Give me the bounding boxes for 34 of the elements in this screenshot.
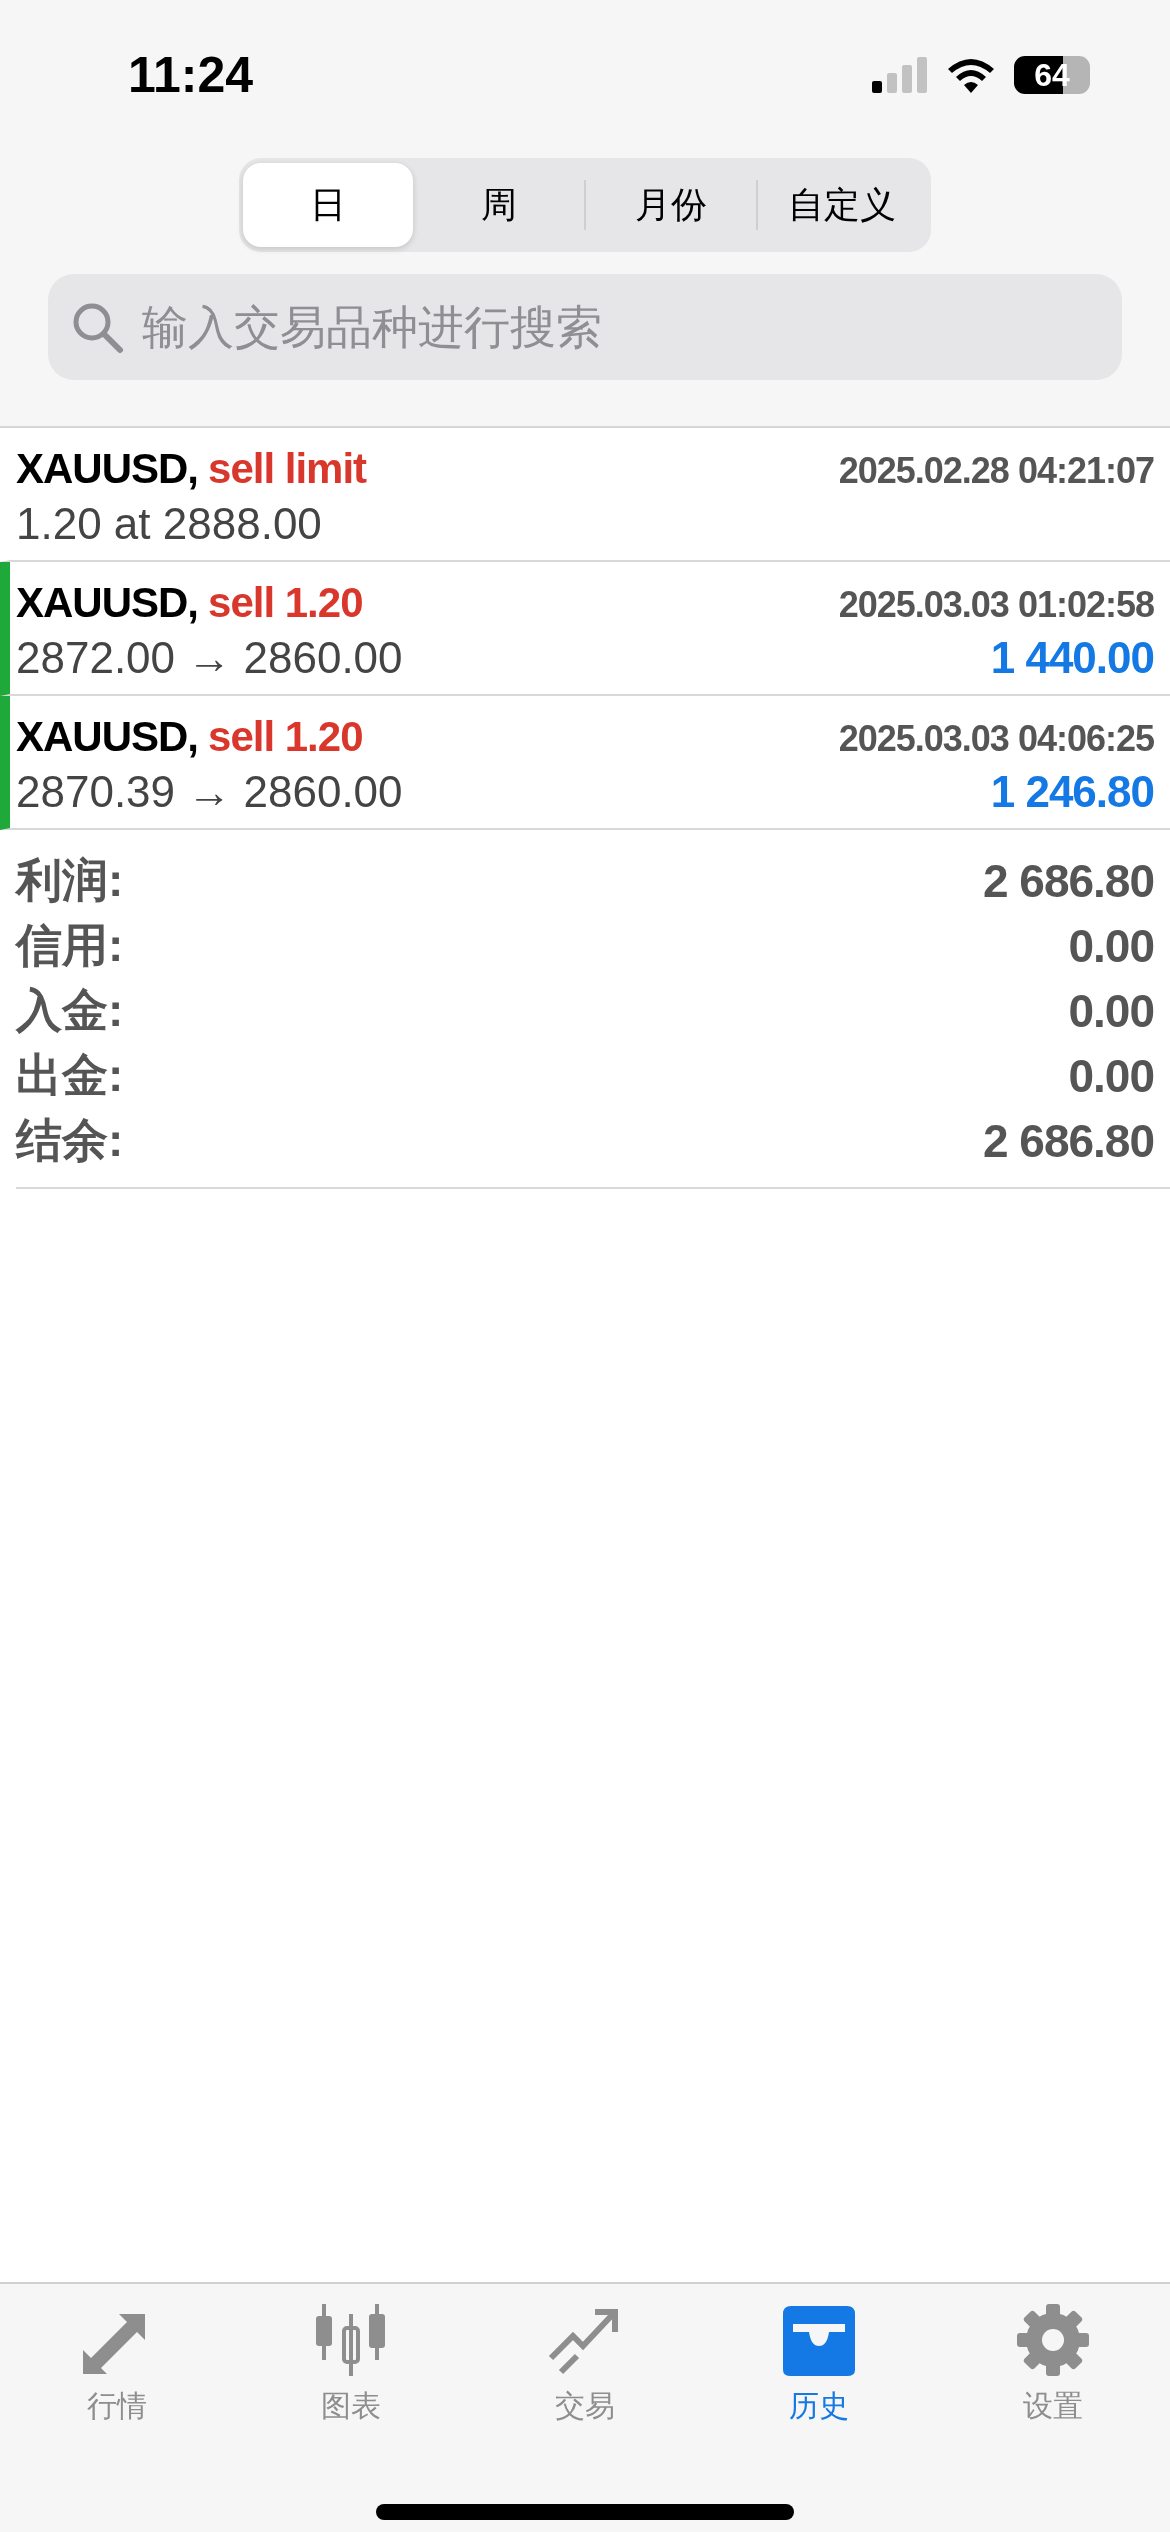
summary-label: 入金: [16, 982, 124, 1038]
trade-detail: 2870.39 → 2860.00 [16, 767, 403, 817]
trade-detail: 2872.00 → 2860.00 [16, 633, 403, 683]
summary-value: 0.00 [1068, 983, 1154, 1038]
trade-action: sell 1.20 [208, 579, 363, 626]
trade-detail: 1.20 at 2888.00 [16, 499, 322, 549]
trade-profit: 1 440.00 [990, 633, 1154, 683]
trade-time: 2025.03.03 04:06:25 [838, 718, 1154, 760]
tab-bar-item[interactable]: 历史 [702, 2284, 936, 2434]
summary-value: 0.00 [1068, 1048, 1154, 1103]
search-field[interactable]: 输入交易品种进行搜索 [48, 274, 1122, 380]
summary-label: 出金: [16, 1047, 124, 1103]
trade-time: 2025.02.28 04:21:07 [838, 450, 1154, 492]
summary-label: 利润: [16, 852, 124, 908]
trade-row[interactable]: XAUUSD, sell 1.20 2025.03.03 01:02:58 2872.00 → 2860.00 1 440.00 [0, 562, 1170, 696]
trade-profit: 1 246.80 [990, 767, 1154, 817]
summary-value: 2 686.80 [982, 853, 1154, 908]
trade-row[interactable]: XAUUSD, sell limit 2025.02.28 04:21:07 1.20 at 2888.00 [0, 428, 1170, 562]
period-tab[interactable]: 周 [414, 163, 584, 247]
trade-action: sell 1.20 [208, 713, 363, 760]
trade-time: 2025.03.03 01:02:58 [838, 584, 1154, 626]
symbol-text: XAUUSD, [16, 445, 199, 492]
summary-label: 信用: [16, 917, 124, 973]
summary-value: 0.00 [1068, 918, 1154, 973]
period-tab[interactable]: 月份 [586, 163, 756, 247]
period-tab[interactable]: 日 [243, 163, 413, 247]
symbol-text: XAUUSD, [16, 713, 199, 760]
trade-row[interactable]: XAUUSD, sell 1.20 2025.03.03 04:06:25 2870.39 → 2860.00 1 246.80 [0, 696, 1170, 830]
summary-label: 结余: [16, 1112, 124, 1168]
trade-action: sell limit [208, 445, 367, 492]
symbol-text: XAUUSD, [16, 579, 199, 626]
status-time: 11:24 [128, 46, 254, 104]
summary-value: 2 686.80 [982, 1113, 1154, 1168]
period-tab[interactable]: 自定义 [757, 163, 927, 247]
